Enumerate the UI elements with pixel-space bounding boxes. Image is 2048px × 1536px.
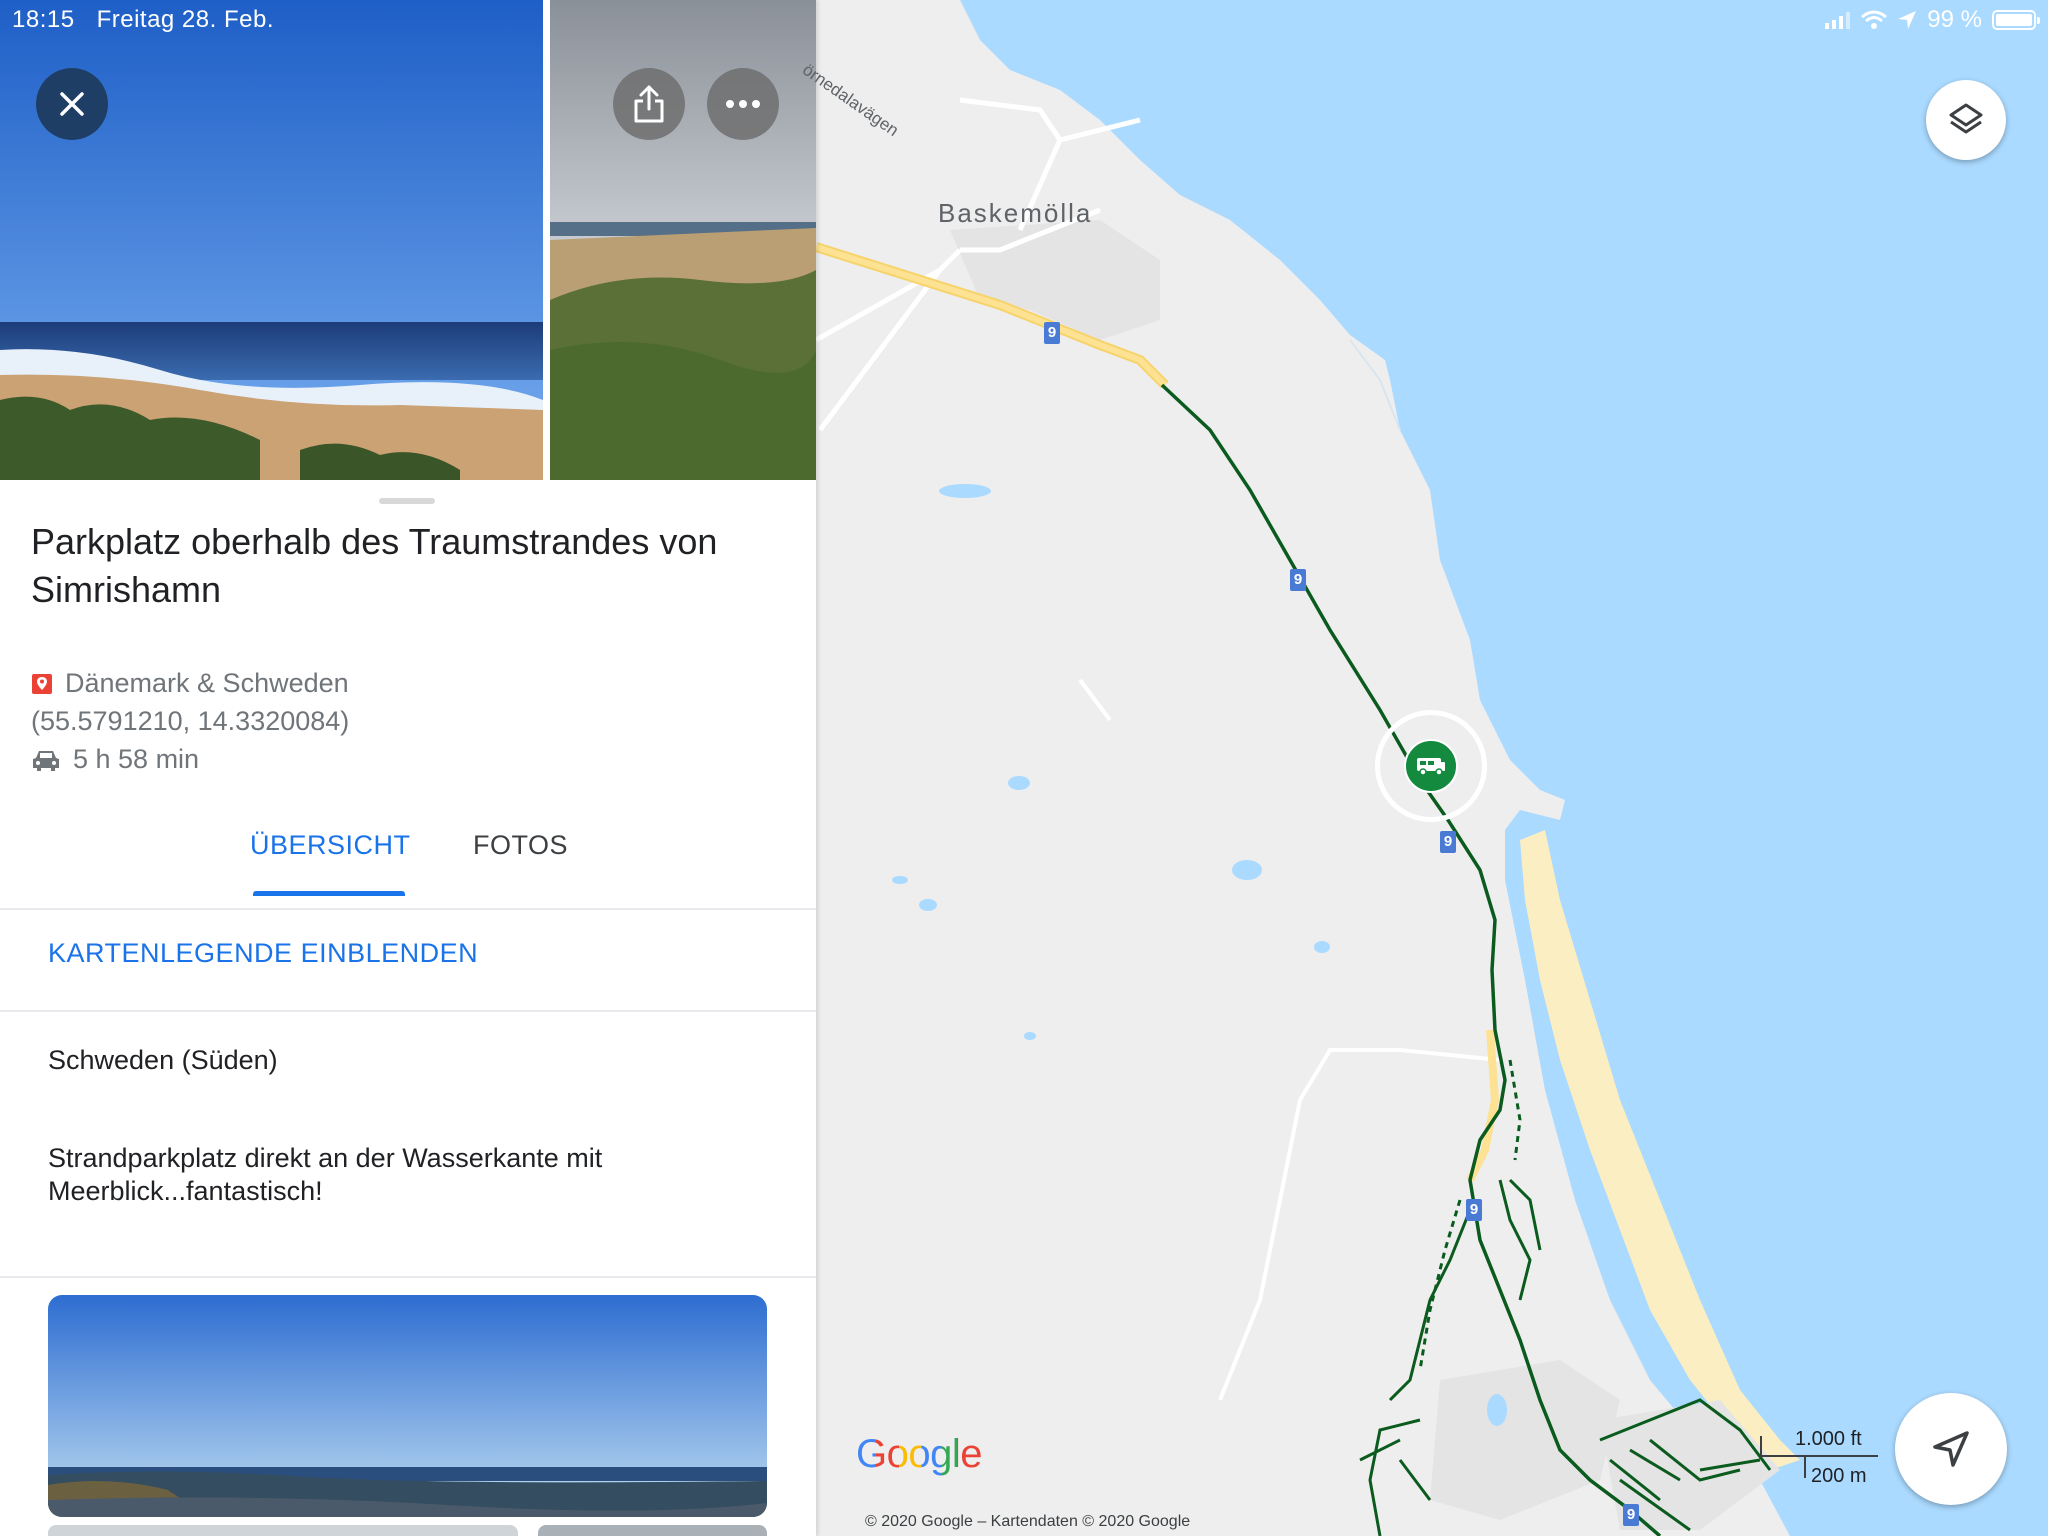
photo-thumbnail[interactable]	[538, 1525, 767, 1536]
road-badge: 9	[1623, 1504, 1639, 1526]
place-details-sheet: Parkplatz oberhalb des Traumstrandes von…	[0, 480, 816, 1536]
wifi-icon	[1861, 10, 1888, 29]
battery-fill	[1996, 14, 2032, 26]
layers-icon	[1949, 103, 1983, 134]
place-category-row: Dänemark & Schweden	[31, 668, 349, 699]
place-coordinates-row: (55.5791210, 14.3320084)	[31, 706, 349, 737]
photo-thumbnail[interactable]	[48, 1525, 518, 1536]
map-town-label: Baskemölla	[938, 198, 1093, 228]
place-description: Strandparkplatz direkt an der Wasserkant…	[48, 1143, 603, 1206]
scale-imperial-label: 1.000 ft	[1795, 1428, 1862, 1450]
place-coordinates: (55.5791210, 14.3320084)	[31, 706, 350, 736]
navigate-button[interactable]	[1895, 1393, 2007, 1505]
road-badge: 9	[1290, 569, 1306, 591]
hero-photo-gallery[interactable]	[0, 0, 816, 480]
status-bar: 18:15 Freitag 28. Feb. 99 %	[0, 0, 2048, 40]
place-category: Dänemark & Schweden	[65, 668, 349, 698]
photo-thumbnail-strip[interactable]	[48, 1525, 767, 1536]
google-logo-text: Google	[856, 1432, 982, 1476]
more-icon	[726, 100, 760, 108]
place-title: Parkplatz oberhalb des Traumstrandes von…	[31, 521, 718, 610]
road-badge: 9	[1044, 322, 1060, 344]
location-services-icon	[1898, 11, 1917, 29]
place-panel: Parkplatz oberhalb des Traumstrandes von…	[0, 0, 816, 1536]
selected-place-marker[interactable]	[1375, 710, 1487, 822]
share-icon	[634, 85, 664, 123]
tab-photos[interactable]: FOTOS	[473, 830, 568, 861]
layers-button[interactable]	[1926, 80, 2006, 160]
google-logo: Google	[856, 1432, 982, 1477]
status-left: 18:15 Freitag 28. Feb.	[12, 6, 296, 34]
map-copyright: © 2020 Google – Kartendaten © 2020 Googl…	[865, 1513, 1191, 1530]
scale-metric-label: 200 m	[1811, 1465, 1867, 1487]
share-button[interactable]	[613, 68, 685, 140]
navigation-arrow-icon	[1933, 1431, 1969, 1467]
battery-percent: 99 %	[1927, 6, 1982, 33]
map-pin-icon	[32, 673, 52, 694]
camper-van-icon	[1404, 739, 1458, 793]
more-options-button[interactable]	[707, 68, 779, 140]
drive-time: 5 h 58 min	[73, 744, 200, 774]
car-icon	[33, 750, 59, 771]
close-icon	[60, 92, 84, 116]
battery-icon	[1992, 10, 2040, 30]
place-photo[interactable]	[48, 1295, 767, 1517]
tab-overview[interactable]: ÜBERSICHT	[250, 830, 411, 861]
divider	[0, 1010, 816, 1012]
divider	[0, 1276, 816, 1278]
drive-time-row[interactable]: 5 h 58 min	[31, 744, 199, 775]
status-date: Freitag 28. Feb.	[96, 6, 274, 33]
status-time: 18:15	[12, 6, 75, 33]
road-badge: 9	[1466, 1199, 1482, 1221]
close-button[interactable]	[36, 68, 108, 140]
active-tab-indicator	[253, 891, 405, 896]
road-badge: 9	[1440, 831, 1456, 853]
region-heading: Schweden (Süden)	[48, 1045, 278, 1075]
drag-handle[interactable]	[379, 498, 435, 504]
cellular-signal-icon	[1825, 12, 1851, 29]
show-legend-link[interactable]: KARTENLEGENDE EINBLENDEN	[48, 938, 478, 969]
status-right: 99 %	[1825, 6, 2040, 34]
